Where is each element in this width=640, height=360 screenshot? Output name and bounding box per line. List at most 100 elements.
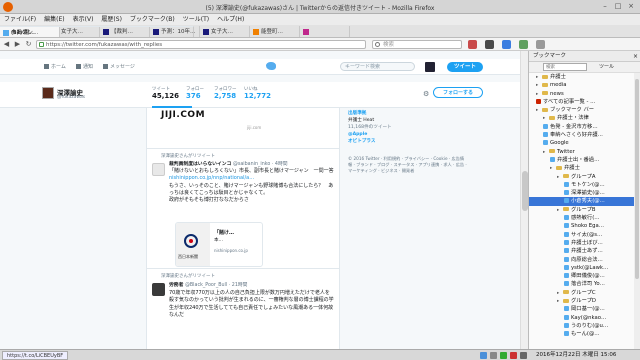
expand-arrow-icon[interactable]: ▸ [543, 149, 548, 156]
tweet-link[interactable]: nishinippon.co.jp/nnp/national/a… [169, 175, 254, 181]
bookmark-item[interactable]: うのりむ(@u… [529, 322, 640, 330]
search-bar[interactable]: 検索 [372, 40, 462, 49]
tweet-author[interactable]: 労務者 @Black_Poor_Bull · 21時間 [169, 281, 247, 288]
bookmark-folder[interactable]: ▸ グループC [529, 289, 640, 297]
profile-avatar[interactable] [42, 87, 54, 99]
menu-item[interactable]: 表示(V) [69, 14, 98, 25]
sidebar-tools-button[interactable]: ツール [599, 63, 614, 71]
menu-item[interactable]: 履歴(S) [97, 14, 126, 25]
gear-icon[interactable]: ⚙ [423, 90, 429, 98]
tweet-avatar[interactable] [152, 283, 165, 296]
tweet-item[interactable]: 深澤諭史さんがリツイート 労務者 @Black_Poor_Bull · 21時間… [147, 268, 339, 349]
bookmark-item[interactable]: Google [529, 139, 640, 147]
back-arrow-icon[interactable]: ◀ [2, 40, 11, 49]
tray-icon[interactable] [480, 352, 487, 359]
footer-links[interactable]: © 2016 Twitter · 利用規約 · プライバシー · Cookie … [348, 156, 468, 174]
maximize-icon[interactable]: □ [613, 2, 623, 11]
expand-arrow-icon[interactable]: ▸ [557, 298, 562, 305]
bookmark-item[interactable]: 弁護士あず… [529, 247, 640, 255]
browser-tab[interactable]: 女子大… [200, 26, 250, 37]
bookmark-item[interactable]: 向原総合法… [529, 256, 640, 264]
bookmark-folder[interactable]: ▸ news [529, 90, 640, 98]
bookmark-item[interactable]: ystk(@Lawk… [529, 264, 640, 272]
bookmark-folder[interactable]: ▸ ブックマーク バー [529, 106, 640, 114]
tweet-item[interactable]: 深澤諭史さんがリツイート 裁判員制度はいらないインコ @saibanin_ink… [147, 148, 339, 288]
bookmark-folder[interactable]: ▸ Twitter [529, 148, 640, 156]
tray-icon[interactable] [500, 352, 507, 359]
bookmark-item[interactable]: Shoko Ega… [529, 222, 640, 230]
tweet-button[interactable]: ツイート [447, 62, 483, 72]
nav-notifications[interactable]: 通知 [76, 63, 93, 70]
addon-icon[interactable] [518, 40, 528, 49]
reload-icon[interactable]: ↻ [24, 40, 33, 49]
tray-icon[interactable] [490, 352, 497, 359]
bookmark-folder[interactable]: ▸ media [529, 81, 640, 89]
follow-button[interactable]: フォローする [433, 87, 483, 98]
bookmark-label: すべての記事一覧 - … [543, 98, 596, 105]
bookmark-folder[interactable]: ▸ グループA [529, 173, 640, 181]
nav-home[interactable]: ホーム [44, 63, 66, 70]
tray-icon[interactable] [510, 352, 517, 359]
expand-arrow-icon[interactable]: ▸ [557, 290, 562, 297]
bookmark-item[interactable]: すべての記事一覧 - … [529, 98, 640, 106]
nav-messages[interactable]: メッセージ [103, 63, 135, 70]
bookmark-item[interactable]: モトケン(@… [529, 181, 640, 189]
close-icon[interactable]: × [633, 51, 638, 62]
url-bar[interactable]: https://twitter.com/fukazawas/with_repli… [36, 40, 366, 49]
bookmark-item[interactable]: 弁護士ぼび… [529, 239, 640, 247]
bookmark-item[interactable]: 小倉秀夫(@… [529, 197, 640, 206]
bookmark-folder[interactable]: ▸ グループB [529, 206, 640, 214]
bookmark-item[interactable]: 弁護士出・番過… [529, 156, 640, 164]
forward-arrow-icon[interactable]: ▶ [13, 40, 22, 49]
bookmark-item[interactable]: 深澤諭史(@… [529, 189, 640, 197]
bookmark-item[interactable]: 感熱敏行(… [529, 214, 640, 222]
menu-item[interactable]: ファイル(F) [0, 14, 40, 25]
bookmark-item[interactable]: 色発 - 金沢市方移… [529, 123, 640, 131]
bookmark-item[interactable]: サイ太(@s… [529, 231, 640, 239]
expand-arrow-icon[interactable]: ▸ [550, 165, 555, 172]
bookmark-folder[interactable]: ▸ 弁護士 [529, 164, 640, 172]
expand-arrow-icon[interactable]: ▸ [557, 174, 562, 181]
profile-stat[interactable]: いいね 12,772 [244, 86, 284, 100]
tweet-author[interactable]: 裁判員制度はいらないインコ @saibanin_inko · 4時間 [169, 160, 288, 167]
tweet-avatar[interactable] [152, 163, 165, 176]
menu-icon[interactable] [535, 40, 545, 49]
page-scrollbar[interactable] [520, 51, 528, 349]
browser-tab[interactable]: 能登町… [250, 26, 300, 37]
home-icon[interactable] [501, 40, 511, 49]
bookmark-item[interactable]: 奉納へさくら好弁護… [529, 131, 640, 139]
bookmark-item[interactable]: 落合洋司 Yo… [529, 280, 640, 288]
expand-arrow-icon[interactable]: ▸ [536, 74, 541, 81]
menu-item[interactable]: ヘルプ(H) [213, 14, 248, 25]
sidebar-scrollbar[interactable] [634, 73, 640, 349]
expand-arrow-icon[interactable]: ▸ [543, 115, 548, 122]
bookmark-folder[interactable]: ▸ グループD [529, 297, 640, 305]
expand-arrow-icon[interactable]: ▸ [536, 91, 541, 98]
menu-item[interactable]: ブックマーク(B) [126, 14, 179, 25]
sidebar-title[interactable]: ブックマーク [533, 53, 566, 59]
expand-arrow-icon[interactable]: ▸ [536, 107, 541, 114]
close-icon[interactable]: × [626, 2, 636, 11]
twitter-search-input[interactable]: キーワード検索 [340, 62, 415, 71]
pocket-icon[interactable] [468, 40, 477, 49]
bookmark-folder[interactable]: ▸ 弁護士 [529, 73, 640, 81]
bookmark-item[interactable]: もーん(@… [529, 330, 640, 338]
sidebar-search-input[interactable]: 検索 [543, 63, 587, 71]
user-avatar[interactable] [425, 62, 435, 72]
browser-tab[interactable]: モトケン… [0, 26, 194, 37]
link-card[interactable]: 西日本新聞 「賭け… 本… nishinippon.co.jp [175, 222, 263, 267]
bookmark-item[interactable]: 卿田儀俊(@… [529, 272, 640, 280]
download-icon[interactable] [484, 40, 494, 49]
volume-icon[interactable] [520, 352, 527, 359]
bookmark-item[interactable]: Kay(@nkao… [529, 314, 640, 322]
twitter-bird-icon[interactable] [266, 62, 276, 70]
browser-tab[interactable] [300, 26, 350, 37]
bookmark-folder[interactable]: ▸ 弁護士・法律 [529, 114, 640, 122]
expand-arrow-icon[interactable]: ▸ [557, 207, 562, 214]
minimize-icon[interactable]: – [600, 2, 610, 11]
menu-item[interactable]: ツール(T) [179, 14, 213, 25]
expand-arrow-icon[interactable]: ▸ [536, 82, 541, 89]
menu-item[interactable]: 編集(E) [40, 14, 68, 25]
suggestion-block[interactable]: 出版準拠 弁護士 Heat 11,168件のツイート @Apple オビトプラス [348, 110, 392, 145]
bookmark-item[interactable]: 岡口基一(@… [529, 305, 640, 313]
